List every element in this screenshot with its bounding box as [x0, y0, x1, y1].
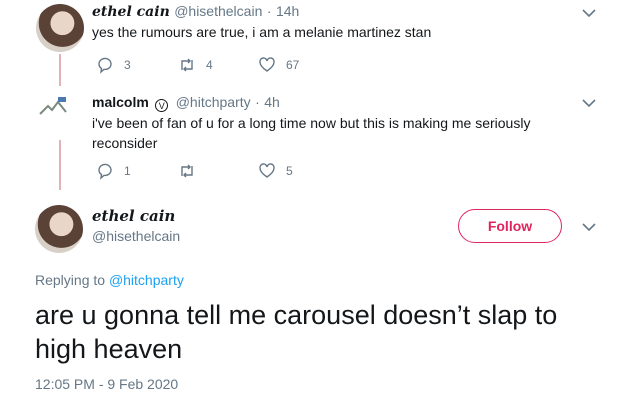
avatar[interactable] — [35, 205, 83, 253]
handle[interactable]: @hitchparty — [176, 94, 251, 110]
like-button[interactable]: 5 — [258, 162, 293, 180]
tweet-text: yes the rumours are true, i am a melanie… — [92, 24, 432, 40]
separator-dot: · — [266, 3, 272, 19]
follow-button[interactable]: Follow — [458, 209, 562, 243]
avatar[interactable] — [38, 96, 68, 116]
reply-button[interactable]: 1 — [96, 162, 131, 180]
like-button[interactable]: 67 — [258, 56, 299, 74]
tweet-header: ethel cain @hisethelcain · 14h — [92, 3, 299, 21]
chevron-down-icon[interactable] — [582, 8, 596, 18]
timestamp[interactable]: 4h — [264, 94, 280, 110]
reply-count: 3 — [124, 58, 131, 72]
retweet-button[interactable]: 4 — [178, 56, 213, 74]
display-name[interactable]: malcolm — [92, 94, 149, 110]
thread-line — [59, 140, 61, 190]
avatar[interactable] — [36, 4, 84, 52]
tweet-header: malcolm V @hitchparty · 4h — [92, 94, 280, 112]
main-author: ethel cain @hisethelcain — [92, 207, 180, 244]
reply-icon — [98, 57, 112, 74]
display-name[interactable]: ethel cain — [92, 4, 170, 20]
handle[interactable]: @hisethelcain — [174, 3, 262, 19]
chevron-down-icon[interactable] — [582, 222, 596, 232]
reply-count: 1 — [124, 164, 131, 178]
like-count: 5 — [286, 164, 293, 178]
timestamp[interactable]: 14h — [276, 3, 299, 19]
reply-button[interactable]: 3 — [96, 56, 131, 74]
retweet-count: 4 — [206, 58, 213, 72]
retweet-icon — [181, 58, 193, 72]
replying-to: Replying to @hitchparty — [35, 272, 184, 288]
main-tweet-text: are u gonna tell me carousel doesn’t sla… — [35, 300, 558, 364]
replying-prefix: Replying to — [35, 272, 106, 288]
verified-icon: V — [155, 99, 169, 112]
broken-image-icon — [39, 97, 67, 115]
chevron-down-icon[interactable] — [582, 98, 596, 108]
display-name[interactable]: ethel cain — [92, 207, 180, 225]
handle[interactable]: @hisethelcain — [92, 228, 180, 244]
like-icon — [259, 163, 275, 178]
like-icon — [259, 57, 275, 72]
reply-icon — [98, 163, 112, 180]
retweet-button[interactable] — [178, 162, 206, 180]
thread-line — [59, 54, 61, 86]
tweet-text: i've been of fan of u for a long time no… — [92, 115, 531, 151]
like-count: 67 — [286, 58, 300, 72]
separator-dot: · — [255, 94, 260, 110]
replying-to-link[interactable]: @hitchparty — [109, 272, 184, 288]
retweet-icon — [181, 164, 193, 178]
tweet-timestamp[interactable]: 12:05 PM - 9 Feb 2020 — [35, 376, 178, 392]
